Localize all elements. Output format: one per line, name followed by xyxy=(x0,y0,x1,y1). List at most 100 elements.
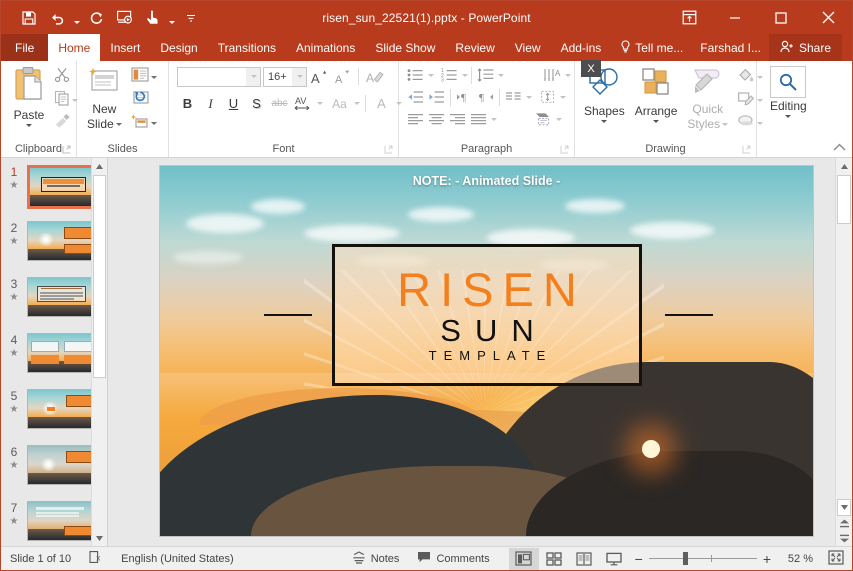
shapes-dropdown-icon[interactable] xyxy=(601,120,608,123)
next-slide-button[interactable] xyxy=(836,531,852,546)
comments-button[interactable]: Comments xyxy=(408,547,498,571)
tab-insert[interactable]: Insert xyxy=(100,34,150,61)
bullets-dropdown-icon[interactable] xyxy=(428,73,434,77)
layout-button[interactable] xyxy=(129,66,159,88)
undo-dropdown-icon[interactable] xyxy=(71,5,82,31)
clipboard-dialog-launcher-icon[interactable] xyxy=(62,145,71,154)
arrange-dropdown-icon[interactable] xyxy=(653,120,660,123)
italic-button[interactable]: I xyxy=(200,93,221,114)
thumbnail-image[interactable] xyxy=(27,165,100,209)
slide-counter[interactable]: Slide 1 of 10 xyxy=(1,547,80,571)
columns-dropdown-icon[interactable] xyxy=(526,95,532,99)
tab-review[interactable]: Review xyxy=(445,34,504,61)
section-button[interactable] xyxy=(129,112,159,134)
animation-star-icon[interactable]: ★ xyxy=(1,236,27,247)
tab-animations[interactable]: Animations xyxy=(286,34,365,61)
scroll-up-icon[interactable] xyxy=(836,158,852,175)
font-color-button[interactable]: A xyxy=(371,93,392,114)
decrease-list-level-button[interactable] xyxy=(405,87,426,108)
redo-icon[interactable] xyxy=(82,5,110,31)
tab-view[interactable]: View xyxy=(505,34,551,61)
cut-button[interactable] xyxy=(52,66,80,88)
tab-home[interactable]: Home xyxy=(48,34,101,61)
tab-add-ins[interactable]: Add-ins xyxy=(551,34,612,61)
touch-mode-dropdown-icon[interactable] xyxy=(166,5,177,31)
tab-file[interactable]: File xyxy=(1,34,49,61)
collapse-ribbon-button[interactable] xyxy=(833,143,846,155)
smartart-dropdown-icon[interactable] xyxy=(556,117,562,121)
ribbon-display-options-icon[interactable] xyxy=(666,1,712,34)
thumbnail-image[interactable] xyxy=(27,445,96,485)
section-dropdown-icon[interactable] xyxy=(150,121,157,125)
clear-formatting-button[interactable]: A xyxy=(364,66,385,87)
font-size-input[interactable]: 16+ xyxy=(263,66,307,87)
text-shadow-button[interactable]: S xyxy=(246,93,267,114)
paste-dropdown-icon[interactable] xyxy=(26,124,32,127)
animation-star-icon[interactable]: ★ xyxy=(1,404,27,415)
maximize-restore-button[interactable] xyxy=(758,1,804,34)
notes-button[interactable]: Notes xyxy=(343,547,409,571)
increase-font-size-button[interactable]: A xyxy=(309,66,330,87)
tell-me-search[interactable]: Tell me... xyxy=(611,34,692,61)
drawing-dialog-launcher-icon[interactable] xyxy=(742,145,751,154)
ltr-text-direction-button[interactable]: ¶ xyxy=(454,87,475,108)
animation-star-icon[interactable]: ★ xyxy=(1,516,27,527)
bold-button[interactable]: B xyxy=(177,93,198,114)
layout-dropdown-icon[interactable] xyxy=(150,75,157,79)
thumbnail-image[interactable] xyxy=(27,501,96,541)
tab-slide-show[interactable]: Slide Show xyxy=(365,34,445,61)
format-painter-button[interactable] xyxy=(52,112,80,134)
paragraph-dialog-launcher-icon[interactable] xyxy=(560,145,569,154)
align-text-dropdown-icon[interactable] xyxy=(560,95,566,99)
screen-clipping-badge[interactable]: X xyxy=(581,60,601,77)
columns-layout-dropdown-icon[interactable] xyxy=(491,117,497,121)
slide-sorter-view-button[interactable] xyxy=(539,548,569,570)
copy-button[interactable] xyxy=(52,89,80,111)
change-case-button[interactable]: Aa xyxy=(329,93,350,114)
new-slide-button[interactable]: New Slide xyxy=(82,64,127,133)
increase-list-level-button[interactable] xyxy=(426,87,447,108)
tab-transitions[interactable]: Transitions xyxy=(208,34,286,61)
normal-view-button[interactable] xyxy=(508,547,539,570)
change-case-dropdown-icon[interactable] xyxy=(354,102,360,105)
slide-vertical-scrollbar[interactable] xyxy=(835,158,852,546)
undo-icon[interactable] xyxy=(43,5,71,31)
bullets-button[interactable] xyxy=(405,65,426,86)
font-dialog-launcher-icon[interactable] xyxy=(384,145,393,154)
thumbnail-image[interactable] xyxy=(27,389,96,429)
convert-to-smartart-button[interactable] xyxy=(533,109,554,130)
editing-button[interactable]: Editing xyxy=(765,64,812,120)
thumbnail-image[interactable] xyxy=(27,277,96,317)
decrease-font-size-button[interactable]: A xyxy=(332,66,353,87)
zoom-out-button[interactable]: − xyxy=(635,551,643,567)
fit-to-window-button[interactable] xyxy=(819,547,852,571)
customize-qat-icon[interactable] xyxy=(177,5,205,31)
language-indicator[interactable]: English (United States) xyxy=(112,547,243,571)
strikethrough-button[interactable]: abc xyxy=(269,93,290,114)
thumbnail-scroll-up-icon[interactable] xyxy=(92,158,107,174)
thumbnail-image[interactable] xyxy=(27,221,96,261)
underline-button[interactable]: U xyxy=(223,93,244,114)
slide-show-view-button[interactable] xyxy=(599,548,629,570)
slide-canvas[interactable]: NOTE: - Animated Slide - RISEN SUN TEMPL… xyxy=(160,166,813,536)
quick-styles-dropdown-icon[interactable] xyxy=(722,123,729,126)
vertical-scroll-thumb[interactable] xyxy=(837,175,851,224)
line-spacing-button[interactable] xyxy=(475,65,496,86)
font-size-dropdown-icon[interactable] xyxy=(292,67,306,86)
zoom-slider-thumb[interactable] xyxy=(682,552,688,565)
font-name-dropdown-icon[interactable] xyxy=(246,67,260,86)
minimize-button[interactable] xyxy=(712,1,758,34)
thumbnail-scrollbar[interactable] xyxy=(91,158,107,546)
align-left-button[interactable] xyxy=(405,109,426,130)
tab-design[interactable]: Design xyxy=(150,34,207,61)
save-icon[interactable] xyxy=(15,5,43,31)
spell-check-button[interactable]: x xyxy=(80,547,112,571)
text-direction-dropdown-icon[interactable] xyxy=(565,73,571,77)
share-button[interactable]: Share xyxy=(768,34,842,61)
slide-title-box[interactable]: RISEN SUN TEMPLATE xyxy=(332,244,642,386)
thumbnail-scroll-thumb[interactable] xyxy=(93,175,106,378)
line-spacing-dropdown-icon[interactable] xyxy=(498,73,504,77)
animation-star-icon[interactable]: ★ xyxy=(1,348,27,359)
thumbnail-image[interactable] xyxy=(27,333,96,373)
paste-button[interactable]: Paste xyxy=(7,64,51,129)
